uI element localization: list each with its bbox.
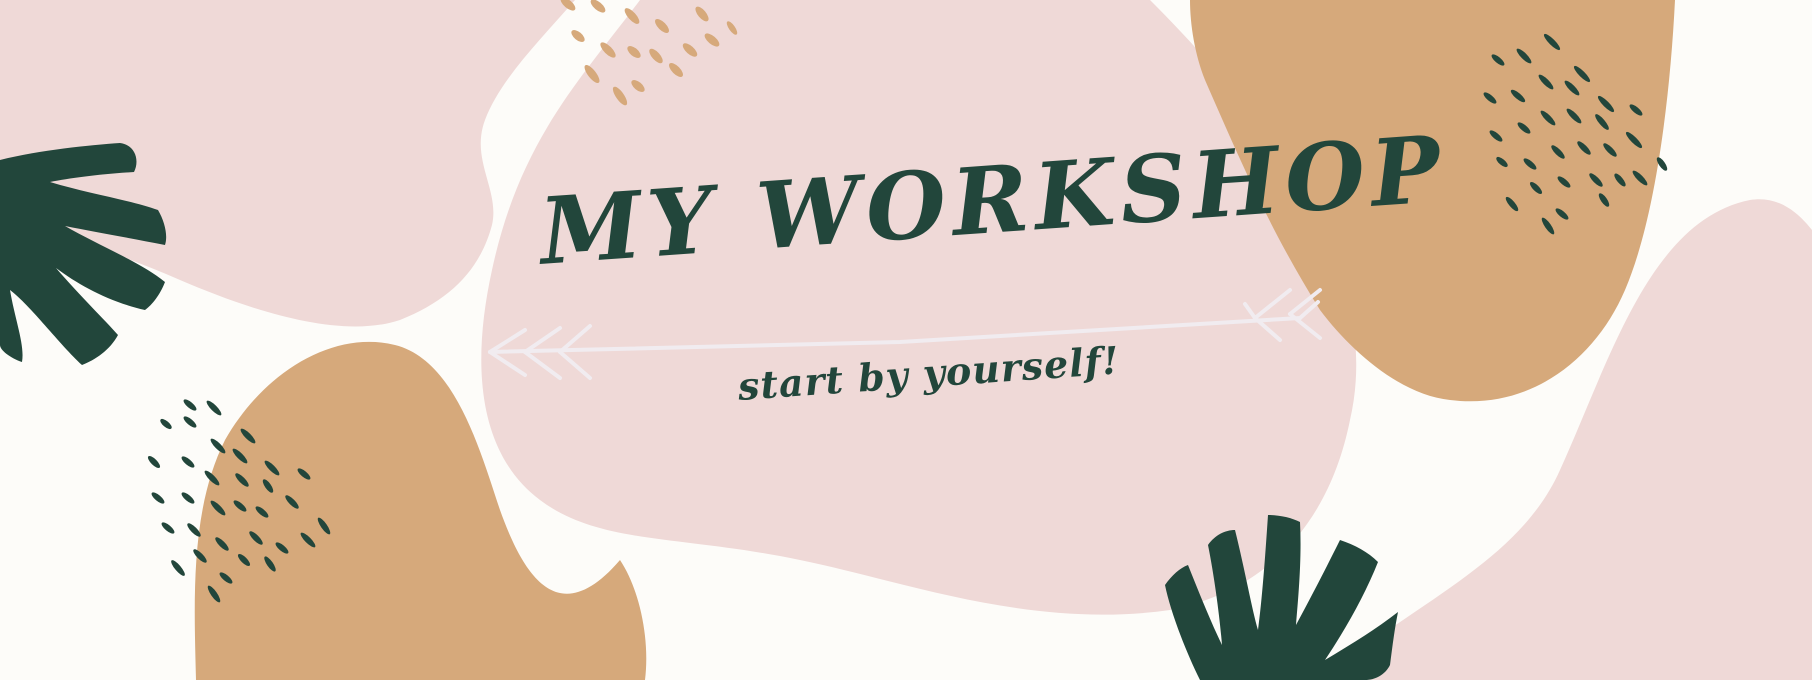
page-title: MY WORKSHOP [536, 114, 1450, 286]
workshop-banner: MY WORKSHOP start by yourself! [0, 0, 1812, 680]
headline-group: MY WORKSHOP start by yourself! [0, 0, 1812, 680]
tagline: start by yourself! [736, 337, 1121, 409]
